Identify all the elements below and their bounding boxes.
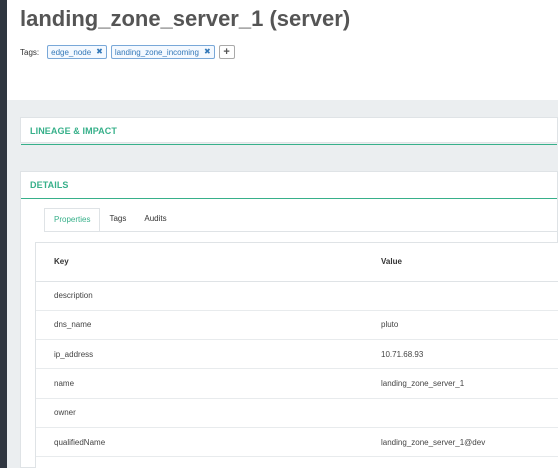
- lineage-panel-header[interactable]: LINEAGE & IMPACT: [21, 118, 557, 145]
- entity-detail-page: landing_zone_server_1 (server) Tags: edg…: [7, 0, 558, 468]
- property-value: pluto: [363, 310, 558, 341]
- left-navigation-rail: [0, 0, 7, 468]
- property-value: [363, 398, 558, 428]
- property-key: dns_name: [36, 310, 363, 341]
- property-value: 10.71.68.93: [363, 339, 558, 370]
- plus-icon: +: [223, 46, 230, 58]
- tag-chip-landing-zone-incoming[interactable]: landing_zone_incoming ✖: [110, 45, 215, 59]
- tags-label: Tags:: [20, 47, 40, 57]
- tab-audits[interactable]: Audits: [135, 208, 175, 232]
- tags-row: Tags: edge_node ✖ landing_zone_incoming …: [20, 44, 235, 60]
- property-key: qualifiedName: [36, 427, 363, 458]
- tab-properties[interactable]: Properties: [44, 208, 101, 232]
- property-key: description: [36, 281, 363, 311]
- table-row: owner: [36, 398, 558, 428]
- table-row: qualifiedName landing_zone_server_1@dev: [36, 427, 558, 458]
- tag-chip-edge-node[interactable]: edge_node ✖: [47, 45, 107, 59]
- property-value: [363, 281, 558, 311]
- table-row: description: [36, 281, 558, 311]
- close-icon[interactable]: ✖: [96, 48, 103, 56]
- properties-table: Key Value description dns_name pluto ip_…: [36, 243, 558, 458]
- table-row: ip_address 10.71.68.93: [36, 339, 558, 370]
- entity-header: landing_zone_server_1 (server) Tags: edg…: [7, 0, 558, 100]
- details-panel: DETAILS Properties Tags Audits Key Value…: [20, 171, 558, 468]
- tag-chip-label: edge_node: [51, 47, 92, 57]
- page-title: landing_zone_server_1 (server): [20, 6, 351, 31]
- property-key: ip_address: [36, 339, 363, 370]
- tag-chip-label: landing_zone_incoming: [114, 47, 199, 57]
- lineage-panel: LINEAGE & IMPACT: [20, 117, 558, 145]
- tab-divider: [44, 231, 558, 232]
- property-key: owner: [36, 398, 363, 428]
- close-icon[interactable]: ✖: [204, 48, 211, 56]
- column-header-key[interactable]: Key: [36, 243, 363, 282]
- property-value: landing_zone_server_1@dev: [363, 427, 558, 458]
- tab-tags[interactable]: Tags: [100, 208, 135, 232]
- details-panel-header[interactable]: DETAILS: [21, 172, 557, 199]
- details-tabs: Properties Tags Audits: [44, 208, 176, 232]
- property-key: name: [36, 368, 363, 399]
- table-header-row: Key Value: [36, 243, 558, 282]
- table-row: name landing_zone_server_1: [36, 368, 558, 399]
- table-row: dns_name pluto: [36, 310, 558, 341]
- property-value: landing_zone_server_1: [363, 368, 558, 399]
- column-header-value[interactable]: Value: [363, 243, 558, 282]
- add-tag-button[interactable]: +: [218, 45, 235, 59]
- properties-table-container: Key Value description dns_name pluto ip_…: [35, 242, 558, 468]
